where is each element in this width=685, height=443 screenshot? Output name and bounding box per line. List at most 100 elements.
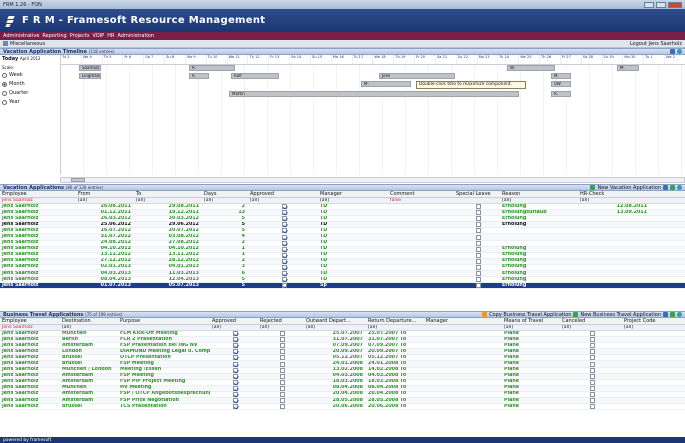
refresh-icon[interactable] (677, 312, 682, 317)
approved-checkbox[interactable] (281, 271, 287, 277)
approved-checkbox[interactable] (232, 337, 238, 343)
special-leave-checkbox[interactable] (475, 283, 481, 289)
canceled-checkbox[interactable] (589, 367, 595, 373)
column-header[interactable]: Return Departure... (366, 318, 424, 324)
travel-panel-header[interactable]: Business Travel Applications (75 of 199 … (0, 311, 685, 318)
filter-cell[interactable]: [all] (210, 325, 258, 330)
column-header[interactable]: Destination (60, 318, 118, 324)
menu-item[interactable]: Projects (70, 33, 90, 39)
approved-checkbox[interactable] (281, 222, 287, 228)
column-header[interactable]: Approved (248, 191, 318, 197)
timeline-grid[interactable]: Tu 3 We 4 Th 5 Fr 6 Sa 7 Su 8 Mo 9 Tu 10 We 11 Th… (60, 55, 685, 175)
special-leave-checkbox[interactable] (475, 222, 481, 228)
refresh-icon[interactable] (677, 49, 682, 54)
filter-cell[interactable]: Jens Saarholz (0, 198, 76, 203)
filter-cell[interactable]: Jens Saarholz (0, 325, 60, 330)
column-header[interactable]: Comment (388, 191, 454, 197)
rejected-checkbox[interactable] (279, 355, 285, 361)
special-leave-checkbox[interactable] (475, 234, 481, 240)
menu-item[interactable]: HR (107, 33, 114, 39)
approved-checkbox[interactable] (281, 204, 287, 210)
approved-checkbox[interactable] (281, 277, 287, 283)
column-header[interactable]: Rejected (258, 318, 304, 324)
timeline-scrollbar[interactable] (60, 177, 685, 183)
new-vacation-button[interactable]: New Vacation Application (597, 185, 661, 191)
special-leave-checkbox[interactable] (475, 210, 481, 216)
logout-link[interactable]: Logout Jens Saarholz (630, 41, 682, 47)
timeline-bar[interactable]: R. (189, 73, 209, 79)
approved-checkbox[interactable] (281, 283, 287, 289)
column-header[interactable]: Manager (424, 318, 502, 324)
special-leave-checkbox[interactable] (475, 240, 481, 246)
filter-cell[interactable]: [all] (622, 325, 676, 330)
canceled-checkbox[interactable] (589, 404, 595, 410)
column-header[interactable]: Project Code (622, 318, 676, 324)
help-icon[interactable] (663, 312, 668, 317)
rejected-checkbox[interactable] (279, 337, 285, 343)
approved-checkbox[interactable] (281, 228, 287, 234)
filter-cell[interactable]: [all] (202, 198, 248, 203)
scale-year-radio[interactable]: Year (2, 99, 20, 105)
timeline-bar[interactable]: R. (189, 65, 235, 71)
special-leave-checkbox[interactable] (475, 216, 481, 222)
rejected-checkbox[interactable] (279, 331, 285, 337)
timeline-panel-header[interactable]: Vacation Application Timeline (118 entri… (0, 48, 685, 55)
column-header[interactable]: Approved (210, 318, 258, 324)
edit-icon[interactable] (670, 185, 675, 190)
rejected-checkbox[interactable] (279, 349, 285, 355)
help-icon[interactable] (670, 49, 675, 54)
rejected-checkbox[interactable] (279, 391, 285, 397)
approved-checkbox[interactable] (232, 349, 238, 355)
timeline-bar[interactable]: Martin (229, 91, 519, 97)
filter-cell[interactable]: [all] (304, 325, 366, 330)
special-leave-checkbox[interactable] (475, 258, 481, 264)
column-header[interactable]: From (76, 191, 134, 197)
canceled-checkbox[interactable] (589, 355, 595, 361)
approved-checkbox[interactable] (232, 379, 238, 385)
approved-checkbox[interactable] (281, 234, 287, 240)
miscellaneous-menu[interactable]: Miscellaneous (3, 41, 45, 47)
approved-checkbox[interactable] (232, 361, 238, 367)
special-leave-checkbox[interactable] (475, 271, 481, 277)
canceled-checkbox[interactable] (589, 337, 595, 343)
canceled-checkbox[interactable] (589, 379, 595, 385)
column-header[interactable]: Employee (0, 318, 60, 324)
rejected-checkbox[interactable] (279, 379, 285, 385)
column-header[interactable]: Purpose (118, 318, 210, 324)
filter-cell[interactable]: [all] (134, 198, 202, 203)
filter-cell[interactable]: false (388, 198, 454, 203)
canceled-checkbox[interactable] (589, 343, 595, 349)
rejected-checkbox[interactable] (279, 361, 285, 367)
special-leave-checkbox[interactable] (475, 252, 481, 258)
column-header[interactable]: Outward Depart... (304, 318, 366, 324)
vacation-panel-header[interactable]: Vacation Applications (86 of 130 entries… (0, 184, 685, 191)
approved-checkbox[interactable] (281, 246, 287, 252)
approved-checkbox[interactable] (281, 210, 287, 216)
scale-month-radio[interactable]: Month (2, 81, 25, 87)
copy-travel-button[interactable]: Copy Business Travel Application (489, 312, 571, 318)
canceled-checkbox[interactable] (589, 331, 595, 337)
approved-checkbox[interactable] (281, 216, 287, 222)
special-leave-checkbox[interactable] (475, 204, 481, 210)
approved-checkbox[interactable] (281, 240, 287, 246)
rejected-checkbox[interactable] (279, 404, 285, 410)
close-button[interactable] (668, 1, 682, 8)
menu-item[interactable]: Administrative (3, 33, 39, 39)
timeline-bar[interactable]: M. (551, 73, 571, 79)
maximize-button[interactable] (656, 1, 666, 8)
approved-checkbox[interactable] (281, 252, 287, 258)
table-row[interactable]: Jens Saarholz 01.07.2013 05.07.2013 5 Sp Erho… (0, 283, 685, 290)
table-row[interactable]: Jens Saarholz Brüssel TCS Präsentation 20.0… (0, 404, 685, 411)
column-header[interactable]: Special Leave (454, 191, 500, 197)
help-icon[interactable] (663, 185, 668, 190)
canceled-checkbox[interactable] (589, 349, 595, 355)
approved-checkbox[interactable] (232, 385, 238, 391)
new-travel-button[interactable]: New Business Travel Application (580, 312, 661, 318)
scale-quarter-radio[interactable]: Quarter (2, 90, 28, 96)
filter-cell[interactable]: [all] (60, 325, 118, 330)
menu-item[interactable]: Reporting (42, 33, 66, 39)
filter-cell[interactable]: [all] (318, 198, 388, 203)
canceled-checkbox[interactable] (589, 385, 595, 391)
special-leave-checkbox[interactable] (475, 264, 481, 270)
timeline-bar[interactable]: UW (551, 81, 571, 87)
